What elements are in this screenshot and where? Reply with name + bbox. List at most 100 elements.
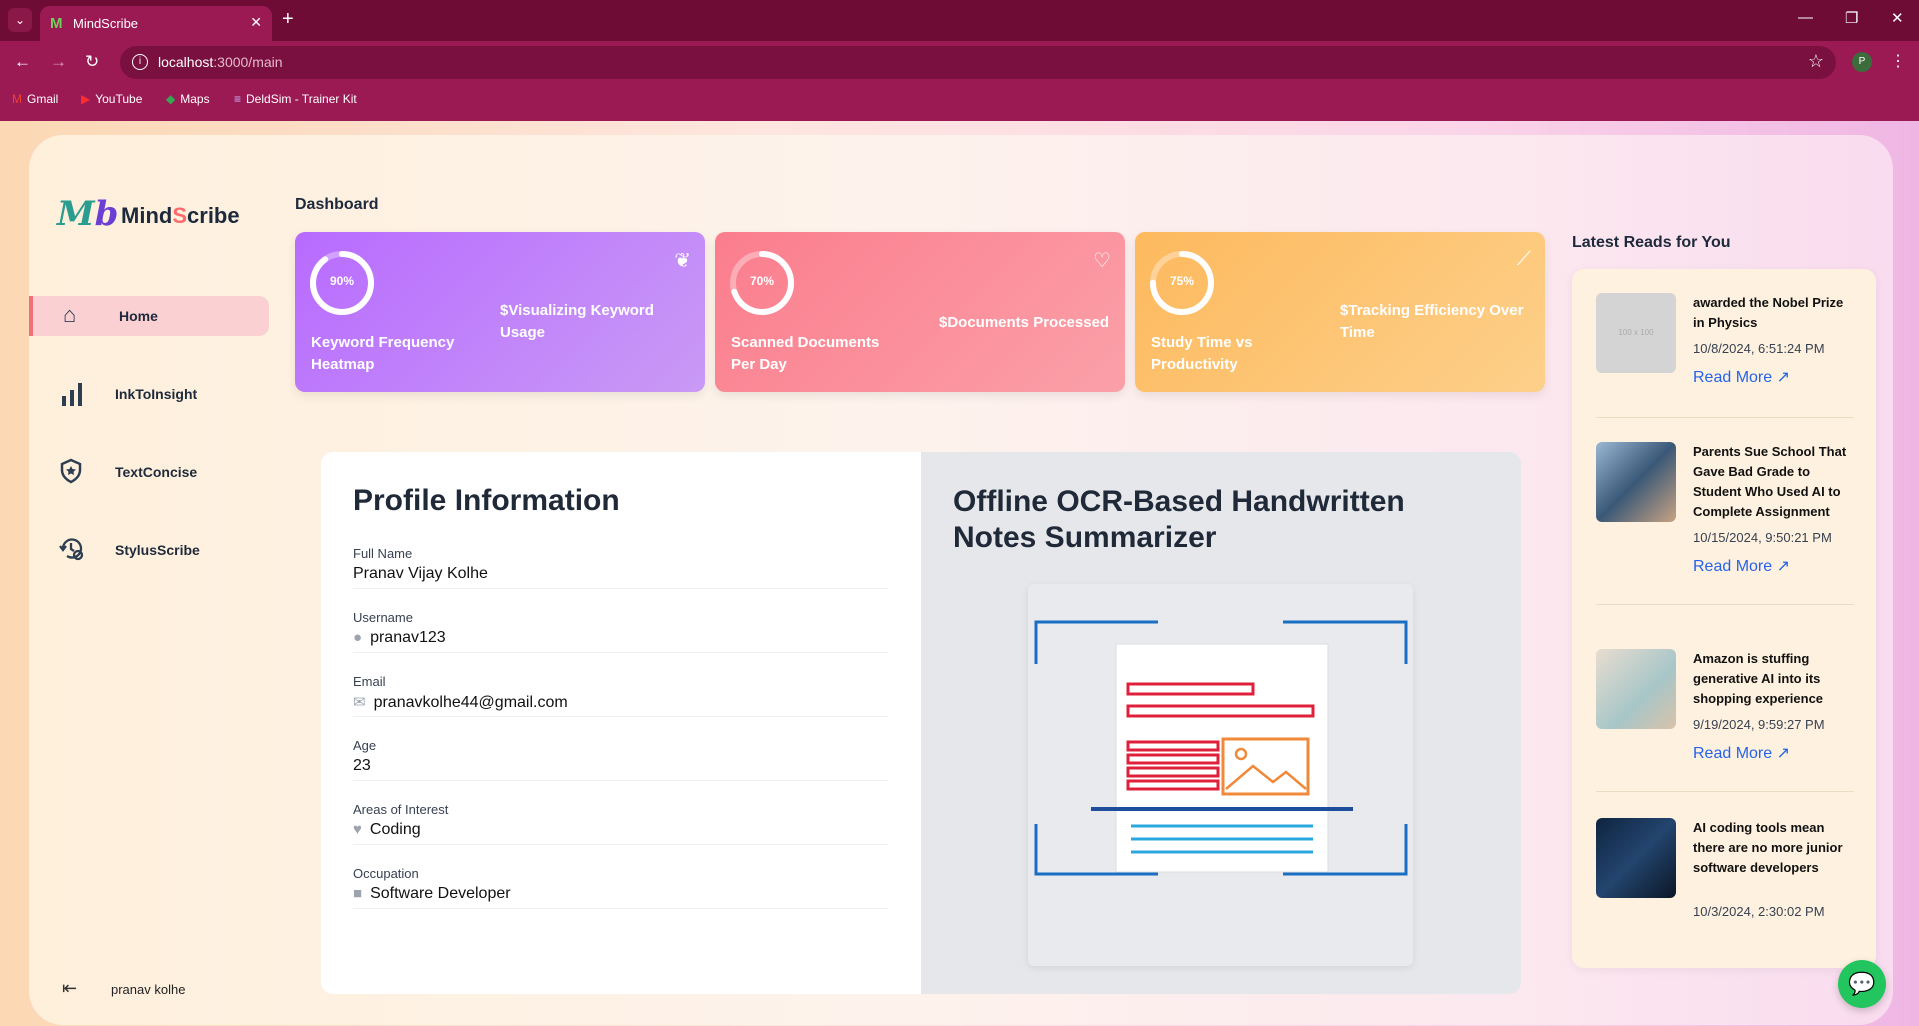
restore-icon[interactable]: ❐ [1845, 9, 1858, 27]
sidebar-item-label: InkToInsight [115, 386, 198, 402]
youtube-icon: ▶ [81, 92, 91, 106]
sidebar-item-label: StylusScribe [115, 542, 200, 558]
stat-desc: $Documents Processed [939, 314, 1110, 331]
email-label: Email [353, 674, 386, 689]
sidebar-item-home[interactable]: ⌂ Home [29, 296, 269, 336]
mindscribe-favicon-icon: M [50, 15, 63, 32]
article-thumbnail [1596, 442, 1676, 522]
close-window-icon[interactable]: ✕ [1891, 9, 1904, 27]
username-value: pranav123 [370, 629, 446, 646]
url-host: localhost [158, 54, 214, 70]
browser-menu-icon[interactable]: ⋮ [1890, 51, 1906, 71]
mindscribe-logo: Mb [57, 194, 119, 234]
read-more-link[interactable]: Read More ↗ [1693, 743, 1790, 763]
full-name-field[interactable]: Pranav Vijay Kolhe [353, 565, 888, 589]
external-link-icon: ↗ [1776, 558, 1791, 575]
read-title: Parents Sue School That Gave Bad Grade t… [1693, 444, 1847, 519]
forward-icon[interactable]: → [50, 52, 67, 72]
bookmark-youtube[interactable]: ▶ YouTube [81, 92, 142, 106]
home-icon: ⌂ [63, 302, 77, 327]
stat-card-keyword[interactable]: 90% Keyword Frequency Heatmap $Visualizi… [295, 232, 705, 392]
minimize-icon[interactable]: — [1798, 9, 1813, 26]
browser-tab-bar: ⌄ M MindScribe ✕ + — ❐ ✕ [0, 0, 1919, 41]
read-title: AI coding tools mean there are no more j… [1693, 820, 1843, 875]
latest-reads-title: Latest Reads for You [1572, 234, 1731, 251]
url-field[interactable]: i localhost:3000/main ☆ [120, 46, 1836, 79]
article-thumbnail [1596, 649, 1676, 729]
chat-icon: 💬 [1848, 971, 1876, 996]
document-scan-icon [1034, 620, 1408, 876]
reload-icon[interactable]: ↻ [85, 52, 99, 72]
user-icon: ● [353, 629, 363, 646]
occupation-field[interactable]: ■ Software Developer [353, 885, 888, 909]
bookmark-deldsim[interactable]: ≡ DeldSim - Trainer Kit [234, 92, 357, 106]
brand-name: MindScribe [121, 203, 240, 228]
stat-percent: 70% [749, 274, 775, 288]
username-field[interactable]: ● pranav123 [353, 629, 888, 653]
bookmarks-bar: M Gmail ▶ YouTube ◆ Maps ≡ DeldSim - Trainer… [0, 84, 1919, 121]
stat-desc: $Tracking Efficiency Over Time [1340, 302, 1524, 341]
stat-name: Scanned Documents Per Day [731, 334, 880, 373]
stat-percent: 90% [329, 274, 355, 288]
sidebar-item-textconcise[interactable]: TextConcise [29, 452, 269, 492]
ocr-panel: Offline OCR-Based Handwritten Notes Summ… [921, 452, 1521, 994]
bar-chart-icon [59, 380, 85, 414]
new-tab-button[interactable]: + [282, 8, 294, 31]
chat-button[interactable]: 💬 [1838, 960, 1886, 1008]
interests-label: Areas of Interest [353, 802, 449, 817]
close-tab-icon[interactable]: ✕ [250, 14, 262, 31]
interests-field[interactable]: ♥ Coding [353, 821, 888, 845]
stat-card-study-time[interactable]: 75% Study Time vs Productivity $Tracking… [1135, 232, 1545, 392]
email-field[interactable]: ✉ pranavkolhe44@gmail.com [353, 693, 888, 717]
placeholder-thumbnail: 100 x 100 [1596, 293, 1676, 373]
full-name-label: Full Name [353, 546, 413, 561]
site-info-icon[interactable]: i [132, 54, 148, 70]
profile-avatar[interactable]: P [1852, 52, 1872, 72]
stat-desc: $Visualizing Keyword Usage [500, 302, 654, 341]
latest-reads-card: 100 x 100 awarded the Nobel Prize in Phy… [1572, 269, 1876, 968]
full-name-value: Pranav Vijay Kolhe [353, 565, 488, 582]
interests-value: Coding [369, 821, 421, 838]
ocr-title: Offline OCR-Based Handwritten Notes Summ… [953, 485, 1405, 554]
occupation-value: Software Developer [370, 885, 511, 902]
read-date: 10/15/2024, 9:50:21 PM [1693, 530, 1832, 545]
heart-icon: ♥ [353, 821, 362, 838]
stat-name: Study Time vs Productivity [1151, 334, 1253, 373]
back-icon[interactable]: ← [14, 52, 31, 72]
browser-tab[interactable]: M MindScribe ✕ [40, 6, 272, 41]
deldsim-icon: ≡ [234, 92, 242, 106]
external-link-icon: ↗ [1776, 745, 1791, 762]
external-link-icon: ↗ [1776, 369, 1791, 386]
bookmark-star-icon[interactable]: ☆ [1808, 51, 1824, 72]
dashboard-title: Dashboard [295, 196, 379, 213]
read-more-link[interactable]: Read More ↗ [1693, 367, 1790, 387]
tab-search-button[interactable]: ⌄ [8, 8, 32, 32]
shield-icon [59, 458, 83, 490]
divider [1596, 604, 1854, 605]
age-value: 23 [353, 757, 371, 774]
sidebar-item-label: Home [119, 308, 158, 324]
stat-name: Keyword Frequency Heatmap [311, 334, 455, 373]
tab-title: MindScribe [73, 16, 139, 31]
ocr-illustration [1028, 584, 1413, 966]
logout-icon[interactable]: ⇤ [62, 978, 77, 999]
stat-percent: 75% [1169, 274, 1195, 288]
maps-icon: ◆ [166, 92, 176, 106]
stat-card-documents[interactable]: 70% Scanned Documents Per Day $Documents… [715, 232, 1125, 392]
occupation-label: Occupation [353, 866, 419, 881]
address-bar-row: ← → ↻ i localhost:3000/main ☆ P ⋮ [0, 41, 1919, 84]
url-path: :3000/main [213, 54, 283, 70]
bookmark-maps[interactable]: ◆ Maps [166, 92, 210, 106]
read-more-link[interactable]: Read More ↗ [1693, 556, 1790, 576]
age-field[interactable]: 23 [353, 757, 888, 781]
age-label: Age [353, 738, 377, 753]
profile-title: Profile Information [353, 484, 620, 517]
trend-icon: ⟋ [1517, 248, 1531, 270]
sidebar-item-label: TextConcise [115, 464, 198, 480]
divider [1596, 791, 1854, 792]
sidebar-item-inktoinsight[interactable]: InkToInsight [29, 374, 269, 414]
bookmark-gmail[interactable]: M Gmail [12, 92, 58, 106]
sidebar-item-stylusscribe[interactable]: StylusScribe [29, 530, 269, 570]
history-gear-icon [59, 536, 85, 568]
briefcase-icon: ■ [353, 885, 363, 902]
